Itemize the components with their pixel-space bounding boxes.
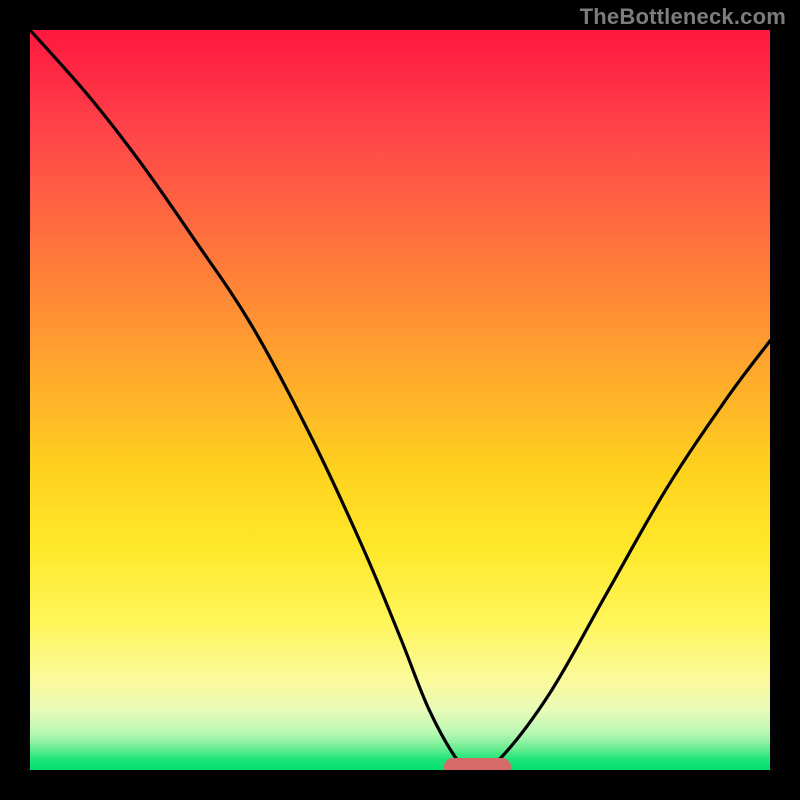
optimum-range-marker [444,758,511,770]
bottleneck-curve [30,30,770,770]
chart-frame: TheBottleneck.com [0,0,800,800]
plot-area [30,30,770,770]
site-watermark: TheBottleneck.com [580,4,786,30]
